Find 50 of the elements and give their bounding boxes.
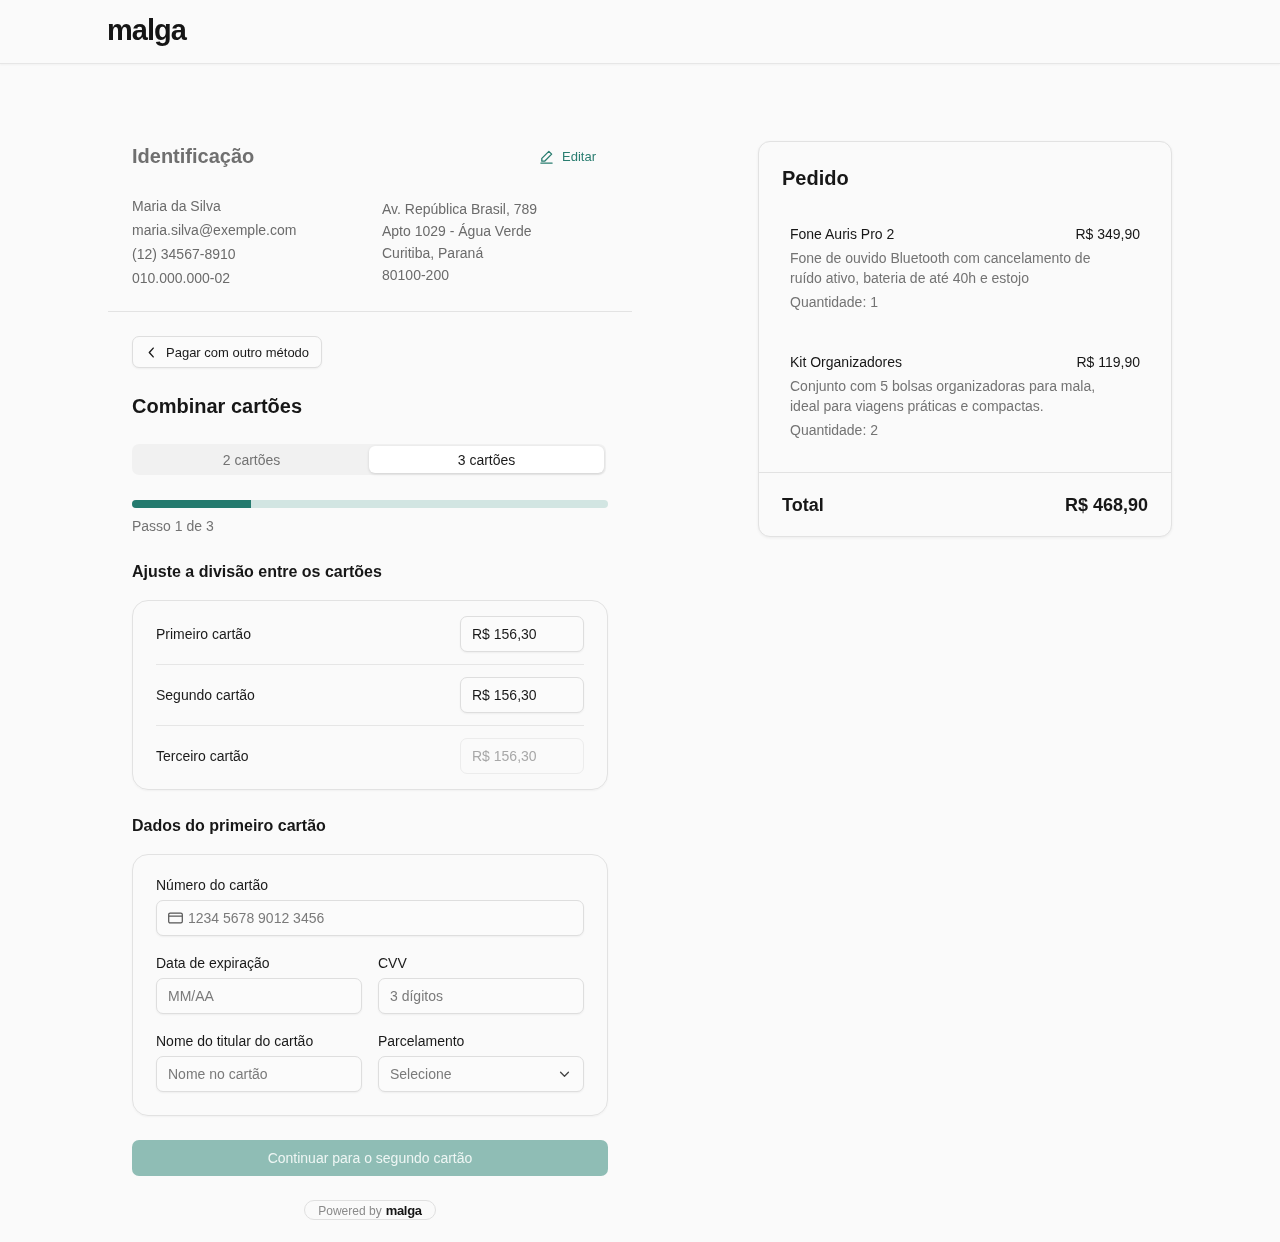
powered-by-text: Powered by <box>318 1204 382 1219</box>
select-field[interactable]: Selecione <box>378 1056 584 1092</box>
total-label: Total <box>782 494 824 517</box>
input-field[interactable]: Nome no cartão <box>156 1056 362 1092</box>
field-label: Número do cartão <box>156 877 270 893</box>
section-title: Dados do primeiro cartão <box>132 816 327 836</box>
contact-text: (12) 34567-8910 <box>132 245 237 264</box>
brand-logo: malga <box>385 1203 422 1218</box>
address-text: Curitiba, Paraná <box>382 244 485 263</box>
chevron-left-icon <box>148 346 155 358</box>
field-label: CVV <box>378 955 408 971</box>
card-label: Segundo cartão <box>156 687 255 703</box>
field-label: Parcelamento <box>378 1033 466 1049</box>
section-title: Ajuste a divisão entre os cartões <box>132 562 383 582</box>
amount-field[interactable]: R$ 156,30 <box>460 616 584 652</box>
product-name: Kit Organizadores <box>790 353 903 372</box>
product-name: Fone Auris Pro 2 <box>790 225 895 244</box>
card-label: Terceiro cartão <box>156 748 249 764</box>
step-caption: Passo 1 de 3 <box>132 517 215 536</box>
contact-text: Maria da Silva <box>132 197 222 216</box>
brand-logo: malga <box>107 13 186 46</box>
input-field[interactable]: MM/AA <box>156 978 362 1014</box>
product-price: R$ 119,90 <box>1076 353 1140 372</box>
order-title: Pedido <box>782 166 850 191</box>
card-label: Primeiro cartão <box>156 626 251 642</box>
tab[interactable]: 2 cartões <box>134 446 369 473</box>
total-value: R$ 468,90 <box>1064 494 1148 517</box>
product-price: R$ 349,90 <box>1075 225 1140 244</box>
product-description: Conjunto com 5 bolsas organizadoras para mala, ideal para viagens práticas e compactas. <box>790 377 1097 416</box>
field-label: Data de expiração <box>156 955 271 971</box>
contact-text: 010.000.000-02 <box>132 269 232 288</box>
field-label: Nome do titular do cartão <box>156 1033 315 1049</box>
input-field[interactable]: 3 dígitos <box>378 978 584 1014</box>
product-description: Fone de ouvido Bluetooth com cancelamento de ruído ativo, bateria de até 40h e estojo <box>790 249 1092 288</box>
back-button[interactable]: Pagar com outro método <box>132 336 323 368</box>
address-text: Apto 1029 - Água Verde <box>382 222 533 241</box>
contact-text: maria.silva@exemple.com <box>132 221 298 240</box>
edit-link[interactable]: Editar <box>539 148 596 164</box>
amount-field[interactable]: R$ 156,30 <box>460 677 584 713</box>
section-title: Identificação <box>132 144 255 169</box>
pencil-icon <box>539 148 555 164</box>
card-number-field[interactable]: 1234 5678 9012 3456 <box>156 900 584 936</box>
product-quantity: Quantidade: 1 <box>790 293 879 312</box>
product-quantity: Quantidade: 2 <box>790 421 879 440</box>
credit-card-icon <box>168 912 183 924</box>
tab[interactable]: 3 cartões <box>369 446 604 473</box>
address-text: 80100-200 <box>382 266 450 285</box>
section-title: Combinar cartões <box>132 394 304 419</box>
address-text: Av. República Brasil, 789 <box>382 200 538 219</box>
chevron-down-icon <box>559 1070 570 1078</box>
